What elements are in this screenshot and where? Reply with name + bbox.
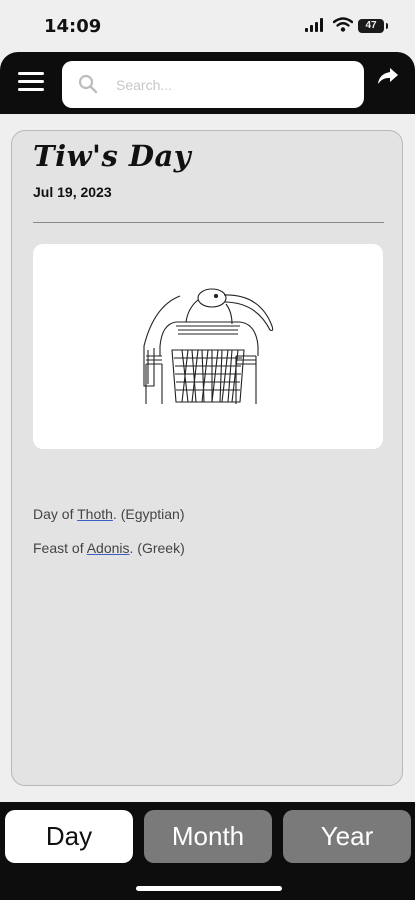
entry-suffix: . (Greek) <box>129 540 185 556</box>
search-icon <box>78 74 98 94</box>
tab-day[interactable]: Day <box>5 810 133 863</box>
page-title: Tiw's Day <box>33 139 192 173</box>
status-time: 14:09 <box>44 16 102 37</box>
date-label: Jul 19, 2023 <box>33 184 112 200</box>
wifi-icon <box>333 17 353 32</box>
day-card: Tiw's Day Jul 19, 2023 Day of Thoth. (Eg… <box>11 130 403 786</box>
thoth-link[interactable]: Thoth <box>77 506 113 522</box>
divider <box>33 222 384 223</box>
battery-icon: 47 <box>358 19 384 33</box>
battery-tip <box>386 23 388 29</box>
home-indicator <box>136 886 282 891</box>
thoth-illustration <box>143 288 274 404</box>
entry-prefix: Feast of <box>33 540 87 556</box>
tab-month[interactable]: Month <box>144 810 272 863</box>
share-arrow-icon[interactable] <box>377 66 399 86</box>
tab-year[interactable]: Year <box>283 810 411 863</box>
illustration-panel <box>33 244 383 449</box>
adonis-link[interactable]: Adonis <box>87 540 130 556</box>
status-bar: 14:09 47 <box>0 0 415 52</box>
event-entry: Feast of Adonis. (Greek) <box>33 540 185 556</box>
cellular-signal-icon <box>305 18 323 32</box>
hamburger-icon[interactable] <box>18 72 44 92</box>
event-entry: Day of Thoth. (Egyptian) <box>33 506 185 522</box>
app-header <box>0 52 415 114</box>
bottom-tab-bar: Day Month Year <box>0 802 415 900</box>
search-bar[interactable] <box>62 61 364 108</box>
entry-prefix: Day of <box>33 506 78 522</box>
entry-suffix: . (Egyptian) <box>112 506 185 522</box>
search-input[interactable] <box>114 73 348 97</box>
